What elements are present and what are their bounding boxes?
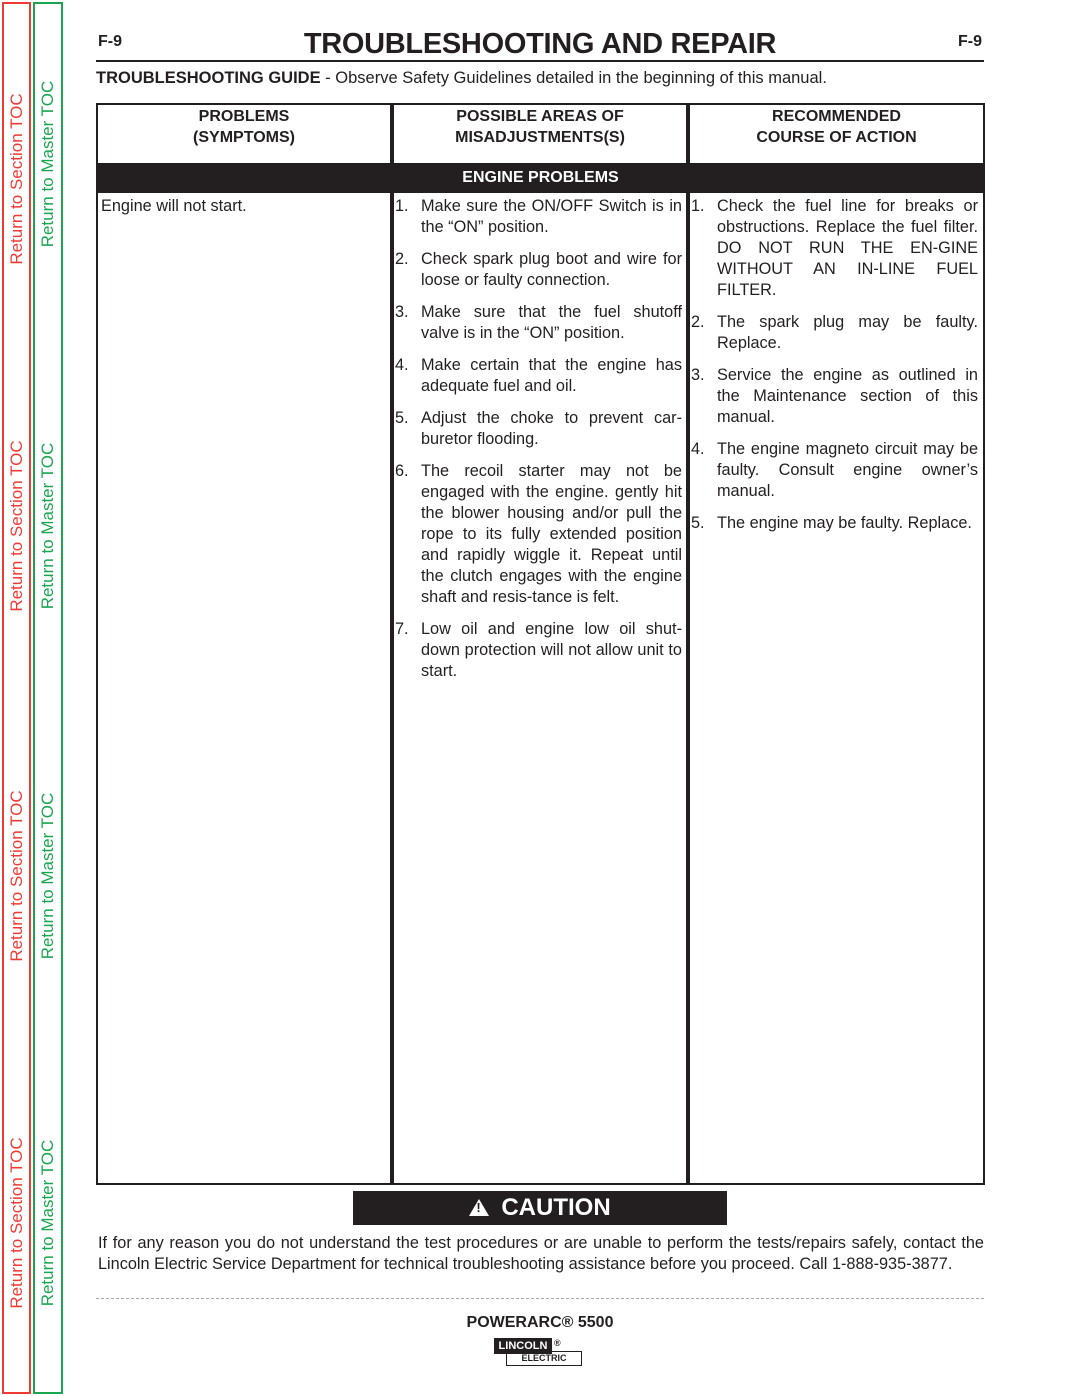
item-text: Low oil and engine low oil shut-down pro… xyxy=(421,620,682,680)
item-number: 4. xyxy=(691,440,705,458)
caution-label: CAUTION xyxy=(501,1194,611,1221)
dashed-divider xyxy=(96,1298,984,1299)
header-line: PROBLEMS xyxy=(198,108,290,125)
header-problems: PROBLEMS (SYMPTOMS) xyxy=(98,105,390,163)
item-text: Check the fuel line for breaks or obstru… xyxy=(717,197,978,299)
symptom-cell: Engine will not start. xyxy=(101,197,247,215)
item-number: 3. xyxy=(395,303,409,321)
item-text: Make certain that the engine has adequat… xyxy=(421,356,682,395)
list-item: 1. Make sure the ON/OFF Switch is in the … xyxy=(395,196,682,238)
list-item: 5. The engine may be faulty. Replace. xyxy=(691,513,978,534)
item-number: 1. xyxy=(395,197,409,215)
return-to-master-toc-link[interactable]: Return to Master TOC xyxy=(38,793,58,960)
item-text: The engine may be faulty. Replace. xyxy=(717,514,972,532)
item-text: Make sure that the fuel shutoff valve is… xyxy=(421,303,682,342)
return-to-master-toc-link[interactable]: Return to Master TOC xyxy=(38,443,58,610)
column-divider xyxy=(686,105,690,1183)
logo-top-text: LINCOLN xyxy=(494,1338,552,1354)
return-to-section-toc-link[interactable]: Return to Section TOC xyxy=(7,440,27,611)
header-line: RECOMMENDED xyxy=(772,108,901,125)
list-item: 3. Make sure that the fuel shutoff valve … xyxy=(395,302,682,344)
header-line: POSSIBLE AREAS OF xyxy=(456,108,624,125)
troubleshooting-table: PROBLEMS (SYMPTOMS) POSSIBLE AREAS OF MI… xyxy=(96,103,985,1185)
header-line: COURSE OF ACTION xyxy=(756,129,917,146)
item-number: 2. xyxy=(395,250,409,268)
registered-mark: ® xyxy=(554,1338,561,1348)
return-to-master-toc-link[interactable]: Return to Master TOC xyxy=(38,81,58,248)
item-text: The engine magneto circuit may be faulty… xyxy=(717,440,978,500)
model-name: POWERARC® 5500 xyxy=(466,1314,614,1331)
item-number: 4. xyxy=(395,356,409,374)
list-item: 2. The spark plug may be faulty. Replace. xyxy=(691,312,978,354)
item-number: 5. xyxy=(395,409,409,427)
item-number: 6. xyxy=(395,462,409,480)
header-possible-areas: POSSIBLE AREAS OF MISADJUSTMENTS(S) xyxy=(394,105,686,163)
caution-text: If for any reason you do not understand … xyxy=(98,1234,984,1273)
guide-heading: TROUBLESHOOTING GUIDE xyxy=(96,69,321,87)
list-item: 4. The engine magneto circuit may be faul… xyxy=(691,439,978,502)
header-recommended-action: RECOMMENDED COURSE OF ACTION xyxy=(690,105,983,163)
list-item: 2. Check spark plug boot and wire for loo… xyxy=(395,249,682,291)
item-number: 7. xyxy=(395,620,409,638)
column-divider xyxy=(390,105,394,1183)
master-toc-strip: Return to Master TOC Return to Master TO… xyxy=(33,2,63,1394)
item-text: Check spark plug boot and wire for loose… xyxy=(421,250,682,289)
caution-banner: CAUTION xyxy=(353,1191,727,1225)
section-band-engine-problems: ENGINE PROBLEMS xyxy=(98,163,983,193)
header-line: MISADJUSTMENTS(S) xyxy=(455,129,625,146)
section-toc-strip: Return to Section TOC Return to Section … xyxy=(2,2,31,1394)
return-to-master-toc-link[interactable]: Return to Master TOC xyxy=(38,1140,58,1307)
possible-areas-list: 1. Make sure the ON/OFF Switch is in the … xyxy=(395,196,682,693)
page-code-right: F-9 xyxy=(958,33,982,50)
item-number: 2. xyxy=(691,313,705,331)
recommended-actions-list: 1. Check the fuel line for breaks or obst… xyxy=(691,196,978,545)
header-line: (SYMPTOMS) xyxy=(193,129,295,146)
return-to-section-toc-link[interactable]: Return to Section TOC xyxy=(7,1137,27,1308)
list-item: 1. Check the fuel line for breaks or obst… xyxy=(691,196,978,301)
list-item: 4. Make certain that the engine has adequ… xyxy=(395,355,682,397)
item-text: Make sure the ON/OFF Switch is in the “O… xyxy=(421,197,682,236)
page-title: TROUBLESHOOTING AND REPAIR xyxy=(303,28,777,60)
list-item: 5. Adjust the choke to prevent car-bureto… xyxy=(395,408,682,450)
return-to-section-toc-link[interactable]: Return to Section TOC xyxy=(7,790,27,961)
item-text: Service the engine as outlined in the Ma… xyxy=(717,366,978,426)
list-item: 3. Service the engine as outlined in the … xyxy=(691,365,978,428)
guide-text: - Observe Safety Guidelines detailed in … xyxy=(320,69,827,87)
list-item: 7. Low oil and engine low oil shut-down p… xyxy=(395,619,682,682)
item-text: The recoil starter may not be engaged wi… xyxy=(421,462,682,606)
lincoln-electric-logo: ELECTRIC LINCOLN ® xyxy=(494,1338,584,1366)
warning-triangle-icon xyxy=(469,1199,490,1217)
item-number: 1. xyxy=(691,197,705,215)
item-number: 5. xyxy=(691,514,705,532)
item-text: Adjust the choke to prevent car-buretor … xyxy=(421,409,682,448)
item-text: The spark plug may be faulty. Replace. xyxy=(717,313,978,352)
guide-intro: TROUBLESHOOTING GUIDE - Observe Safety G… xyxy=(96,69,827,88)
list-item: 6. The recoil starter may not be engaged … xyxy=(395,461,682,608)
page-header: F-9 TROUBLESHOOTING AND REPAIR F-9 xyxy=(96,28,984,62)
return-to-section-toc-link[interactable]: Return to Section TOC xyxy=(7,93,27,264)
item-number: 3. xyxy=(691,366,705,384)
